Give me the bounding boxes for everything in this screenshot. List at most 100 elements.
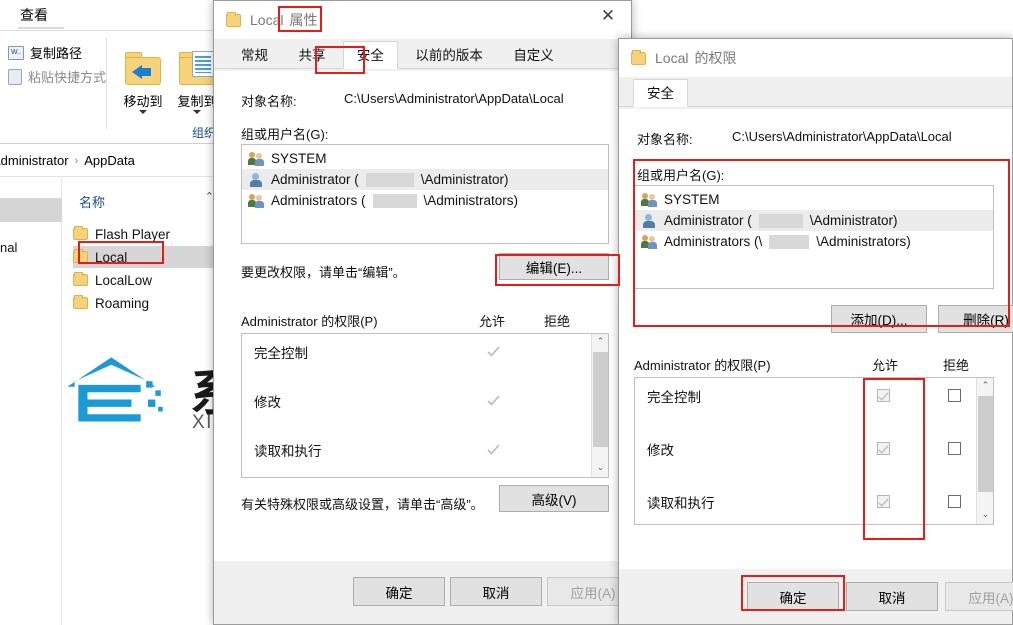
tab-previous-versions[interactable]: 以前的版本 — [402, 42, 496, 70]
dialog-title-name: Local — [250, 12, 284, 28]
permission-row[interactable]: 完全控制 — [242, 339, 608, 364]
chevron-down-icon[interactable] — [139, 110, 147, 114]
tab-security[interactable]: 安全 — [633, 79, 688, 107]
cancel-button[interactable]: 取消 — [846, 582, 938, 611]
list-item-administrator[interactable]: Administrator ( \Administrator) — [635, 210, 993, 231]
users-icon — [248, 193, 264, 208]
edit-button[interactable]: 编辑(E)... — [499, 253, 609, 280]
scrollbar-thumb[interactable] — [593, 352, 608, 447]
ribbon-copy-path[interactable]: W.. 复制路径 — [8, 43, 82, 62]
user-icon — [248, 172, 264, 187]
allow-checkbox[interactable] — [877, 389, 890, 402]
advanced-button[interactable]: 高级(V) — [499, 485, 609, 512]
nav-item-partial[interactable]: nal — [0, 240, 17, 255]
local-properties-dialog: Local 属性 ✕ 常规 共享 安全 以前的版本 自定义 对象名称: C:\U… — [213, 0, 639, 625]
tab-general[interactable]: 常规 — [228, 42, 281, 70]
list-item-administrators[interactable]: Administrators ( \Administrators) — [242, 190, 608, 211]
breadcrumb-administrator[interactable]: Administrator — [0, 153, 69, 168]
object-name-value: C:\Users\Administrator\AppData\Local — [344, 91, 564, 106]
users-icon — [641, 192, 657, 207]
user-name-suffix: \Administrators) — [816, 234, 911, 249]
deny-checkbox[interactable] — [948, 389, 961, 402]
ok-button[interactable]: 确定 — [353, 577, 445, 606]
dialog-title-bar[interactable]: Local 的权限 — [619, 39, 1012, 77]
breadcrumb-separator-icon: › — [74, 154, 79, 167]
user-name: SYSTEM — [271, 151, 327, 166]
users-icon — [248, 151, 264, 166]
scroll-down-icon[interactable]: ⌄ — [977, 507, 993, 524]
nav-selected-row[interactable] — [0, 198, 62, 222]
permission-name: 完全控制 — [254, 346, 308, 361]
deny-checkbox[interactable] — [948, 442, 961, 455]
list-item-system[interactable]: SYSTEM — [635, 189, 993, 210]
list-item-administrator[interactable]: Administrator ( \Administrator) — [242, 169, 608, 190]
folder-icon — [631, 49, 646, 65]
allow-checkbox[interactable] — [877, 442, 890, 455]
group-user-listbox[interactable]: SYSTEM Administrator ( \Administrator) A… — [634, 185, 994, 289]
permission-row[interactable]: 读取和执行 — [635, 489, 993, 514]
list-item-flash-player[interactable]: Flash Player — [73, 223, 222, 245]
list-item-system[interactable]: SYSTEM — [242, 148, 608, 169]
column-deny: 拒绝 — [943, 358, 970, 373]
breadcrumb[interactable]: Administrator › AppData — [0, 145, 222, 177]
scroll-down-icon[interactable]: ⌄ — [592, 460, 608, 477]
permission-row[interactable]: 读取和执行 — [242, 437, 608, 462]
group-user-listbox[interactable]: SYSTEM Administrator ( \Administrator) A… — [241, 144, 609, 244]
permissions-security-panel: 对象名称: C:\Users\Administrator\AppData\Loc… — [619, 109, 1013, 571]
permissions-header: Administrator 的权限(P) — [241, 314, 378, 329]
cancel-button[interactable]: 取消 — [450, 577, 542, 606]
list-item-roaming[interactable]: Roaming — [73, 292, 222, 314]
user-icon — [641, 213, 657, 228]
deny-checkbox[interactable] — [948, 495, 961, 508]
column-deny: 拒绝 — [544, 314, 571, 329]
add-button[interactable]: 添加(D)... — [831, 305, 927, 333]
folder-icon — [73, 295, 88, 309]
user-name-suffix: \Administrators) — [423, 193, 519, 208]
allow-checkbox[interactable] — [877, 495, 890, 508]
object-name-value: C:\Users\Administrator\AppData\Local — [732, 129, 952, 144]
tab-view[interactable]: 查看 — [20, 5, 48, 25]
edit-hint-text: 要更改权限，请单击“编辑”。 — [241, 265, 406, 280]
remove-button[interactable]: 删除(R) — [938, 305, 1013, 333]
tab-customize[interactable]: 自定义 — [500, 42, 567, 70]
permission-row[interactable]: 修改 — [635, 436, 993, 461]
ribbon-divider-1 — [106, 37, 107, 129]
folder-icon — [73, 272, 88, 286]
breadcrumb-appdata[interactable]: AppData — [84, 153, 135, 168]
allow-check-icon — [487, 443, 500, 456]
ribbon-move-to-label: 移动到 — [123, 94, 163, 109]
dialog-title-bar[interactable]: Local 属性 ✕ — [214, 1, 631, 39]
permissions-dialog-footer: 确定 取消 应用(A) — [619, 569, 1013, 624]
permission-name: 修改 — [647, 443, 674, 458]
ribbon-paste-shortcut[interactable]: 粘贴快捷方式 — [8, 67, 106, 86]
permissions-listbox[interactable]: 完全控制 修改 读取和执行 列出文件夹内容 — [241, 333, 609, 478]
user-name: SYSTEM — [664, 192, 720, 207]
ribbon-move-to[interactable]: 移动到 — [116, 45, 170, 114]
redacted-domain — [769, 234, 810, 249]
column-header-name[interactable]: 名称 — [79, 192, 105, 211]
permissions-scrollbar[interactable]: ⌃ ⌄ — [976, 378, 993, 524]
permissions-listbox[interactable]: 完全控制 修改 读取和执行 ⌃ ⌄ — [634, 377, 994, 525]
paste-shortcut-icon — [8, 68, 22, 85]
chevron-down-icon-2[interactable] — [193, 110, 201, 114]
permissions-scrollbar[interactable]: ⌃ ⌄ — [591, 334, 608, 477]
security-tab-panel: 对象名称: C:\Users\Administrator\AppData\Loc… — [214, 71, 631, 563]
close-icon[interactable]: ✕ — [585, 1, 631, 32]
ok-button[interactable]: 确定 — [747, 582, 839, 611]
properties-dialog-footer: 确定 取消 应用(A) — [214, 561, 639, 624]
redacted-domain — [372, 193, 417, 208]
list-item-local[interactable]: Local — [73, 246, 222, 268]
explorer-ribbon: W.. 复制路径 粘贴快捷方式 移动到 复制到 组织 — [0, 30, 222, 144]
list-item-label: LocalLow — [95, 272, 153, 288]
scrollbar-thumb[interactable] — [978, 396, 993, 492]
scroll-up-icon[interactable]: ⌃ — [592, 334, 608, 351]
copy-path-icon: W.. — [8, 45, 24, 60]
list-item-administrators[interactable]: Administrators (\ \Administrators) — [635, 231, 993, 252]
scroll-up-icon[interactable]: ⌃ — [977, 378, 993, 395]
list-item-locallow[interactable]: LocalLow — [73, 269, 222, 291]
permission-row[interactable]: 完全控制 — [635, 383, 993, 408]
permission-row[interactable]: 修改 — [242, 388, 608, 413]
object-name-label: 对象名称: — [241, 94, 297, 109]
tab-sharing[interactable]: 共享 — [285, 42, 338, 70]
tab-security[interactable]: 安全 — [342, 41, 398, 69]
